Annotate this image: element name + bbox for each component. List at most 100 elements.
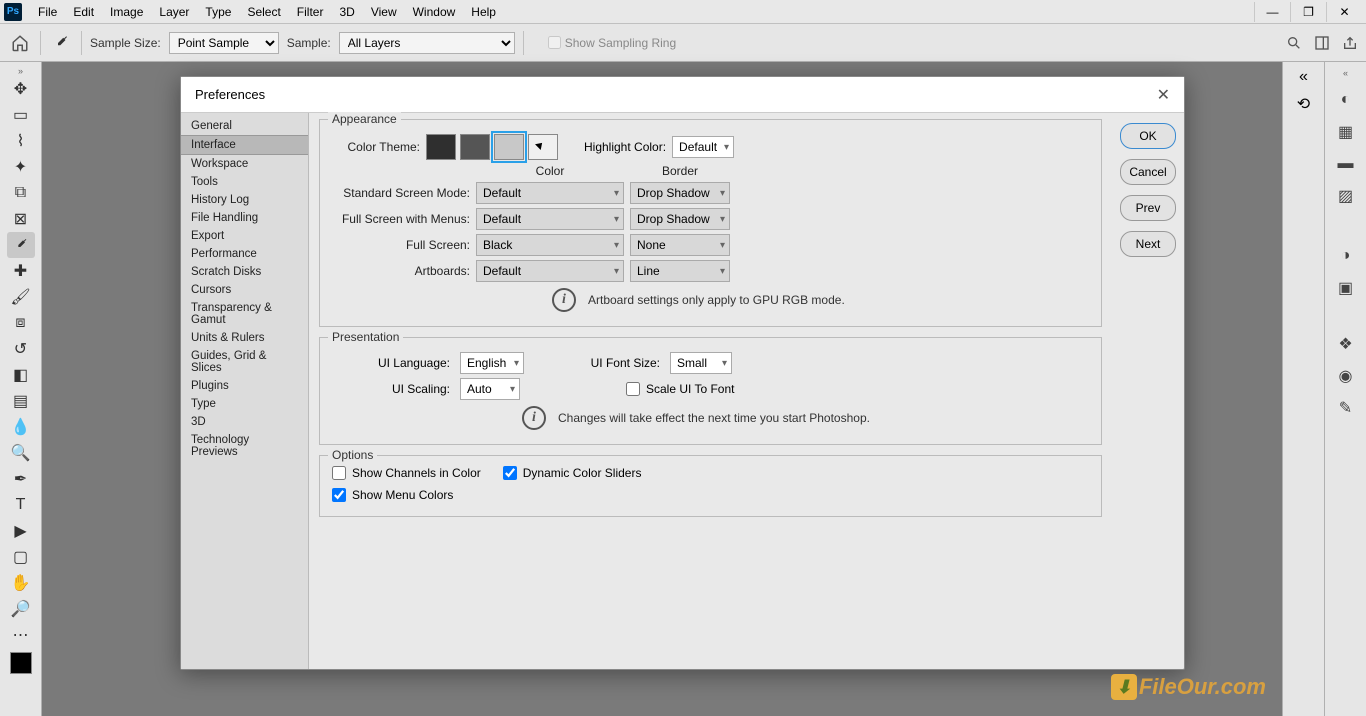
theme-swatch-lightest[interactable] [528,134,558,160]
frame-tool[interactable]: ⊠ [7,206,35,232]
brush-tool[interactable]: 🖌 [7,284,35,310]
move-tool[interactable]: ✥ [7,76,35,102]
panel-icon-swatches[interactable]: ▦ [1334,120,1358,144]
gradient-tool[interactable]: ▤ [7,388,35,414]
panel-icon-styles[interactable]: ▣ [1334,276,1358,300]
window-minimize[interactable]: — [1254,2,1290,22]
ui-language-select[interactable]: English [460,352,524,374]
menu-edit[interactable]: Edit [65,5,102,19]
show-menu-colors-checkbox[interactable] [332,488,346,502]
std-screen-color[interactable]: Default [476,182,624,204]
theme-swatch-light[interactable] [494,134,524,160]
cat-file-handling[interactable]: File Handling [181,209,308,227]
sample-select[interactable]: All Layers [339,32,515,54]
dynamic-color-sliders-checkbox[interactable] [503,466,517,480]
pen-tool[interactable]: ✒ [7,466,35,492]
cat-interface[interactable]: Interface [181,135,308,155]
std-screen-border[interactable]: Drop Shadow [630,182,730,204]
sample-size-select[interactable]: Point Sample [169,32,279,54]
full-screen-border[interactable]: None [630,234,730,256]
search-icon[interactable] [1286,35,1302,51]
highlight-color-select[interactable]: Default [672,136,734,158]
share-icon[interactable] [1342,35,1358,51]
history-brush-tool[interactable]: ↺ [7,336,35,362]
cat-type[interactable]: Type [181,395,308,413]
blur-tool[interactable]: 💧 [7,414,35,440]
cat-technology-previews[interactable]: Technology Previews [181,431,308,461]
show-sampling-ring[interactable]: Show Sampling Ring [548,36,676,50]
lasso-tool[interactable]: ⌇ [7,128,35,154]
menu-layer[interactable]: Layer [151,5,197,19]
cat-workspace[interactable]: Workspace [181,155,308,173]
next-button[interactable]: Next [1120,231,1176,257]
ui-font-size-select[interactable]: Small [670,352,732,374]
menu-view[interactable]: View [363,5,405,19]
menu-window[interactable]: Window [405,5,464,19]
panel-chevron-2[interactable]: « [1343,68,1348,80]
type-tool[interactable]: T [7,492,35,518]
cat-guides-grid-slices[interactable]: Guides, Grid & Slices [181,347,308,377]
path-select-tool[interactable]: ▶ [7,518,35,544]
panel-icon-patterns[interactable]: ▨ [1334,184,1358,208]
zoom-tool[interactable]: 🔎 [7,596,35,622]
panel-icon-gradients[interactable]: ▬ [1334,152,1358,176]
cat-transparency-gamut[interactable]: Transparency & Gamut [181,299,308,329]
cat-scratch-disks[interactable]: Scratch Disks [181,263,308,281]
full-menus-color[interactable]: Default [476,208,624,230]
panel-icon-channels[interactable]: ◉ [1334,364,1358,388]
panel-icon-layers[interactable]: ❖ [1334,332,1358,356]
cancel-button[interactable]: Cancel [1120,159,1176,185]
show-channels-checkbox[interactable] [332,466,346,480]
ui-scaling-select[interactable]: Auto [460,378,520,400]
ok-button[interactable]: OK [1120,123,1176,149]
theme-swatch-dark[interactable] [460,134,490,160]
cat-units-rulers[interactable]: Units & Rulers [181,329,308,347]
eraser-tool[interactable]: ◧ [7,362,35,388]
close-icon[interactable]: ✕ [1157,85,1170,105]
theme-swatch-darkest[interactable] [426,134,456,160]
hand-tool[interactable]: ✋ [7,570,35,596]
cat-history-log[interactable]: History Log [181,191,308,209]
healing-brush-tool[interactable]: ✚ [7,258,35,284]
menu-select[interactable]: Select [239,5,288,19]
menu-file[interactable]: File [30,5,65,19]
artboards-color[interactable]: Default [476,260,624,282]
menu-filter[interactable]: Filter [289,5,332,19]
artboards-border[interactable]: Line [630,260,730,282]
panel-icon-color[interactable]: ◐ [1334,88,1358,112]
info-icon: i [552,288,576,312]
home-icon[interactable] [8,31,32,55]
cat-tools[interactable]: Tools [181,173,308,191]
menu-3d[interactable]: 3D [331,5,362,19]
scale-ui-to-font-checkbox[interactable] [626,382,640,396]
edit-toolbar[interactable]: ⋯ [7,622,35,648]
cat-general[interactable]: General [181,117,308,135]
rectangle-tool[interactable]: ▢ [7,544,35,570]
cat-plugins[interactable]: Plugins [181,377,308,395]
menu-type[interactable]: Type [197,5,239,19]
menu-help[interactable]: Help [463,5,504,19]
window-close[interactable]: ✕ [1326,2,1362,22]
workspace-icon[interactable] [1314,35,1330,51]
quick-select-tool[interactable]: ✦ [7,154,35,180]
toolstrip-chevron[interactable]: » [18,66,23,76]
panel-icon-adjustments[interactable]: ◑ [1334,244,1358,268]
dodge-tool[interactable]: 🔍 [7,440,35,466]
cat-performance[interactable]: Performance [181,245,308,263]
panel-icon-paths[interactable]: ✎ [1334,396,1358,420]
cat-3d[interactable]: 3D [181,413,308,431]
menu-image[interactable]: Image [102,5,151,19]
cat-cursors[interactable]: Cursors [181,281,308,299]
window-restore[interactable]: ❐ [1290,2,1326,22]
panel-chevron[interactable]: « [1299,68,1308,86]
panel-icon-history[interactable]: ⟲ [1297,94,1310,114]
eyedropper-tool[interactable] [7,232,35,258]
cat-export[interactable]: Export [181,227,308,245]
crop-tool[interactable]: ⧉ [7,180,35,206]
foreground-color-swatch[interactable] [10,652,32,674]
full-screen-color[interactable]: Black [476,234,624,256]
full-menus-border[interactable]: Drop Shadow [630,208,730,230]
clone-stamp-tool[interactable]: ⧈ [7,310,35,336]
prev-button[interactable]: Prev [1120,195,1176,221]
marquee-tool[interactable]: ▭ [7,102,35,128]
